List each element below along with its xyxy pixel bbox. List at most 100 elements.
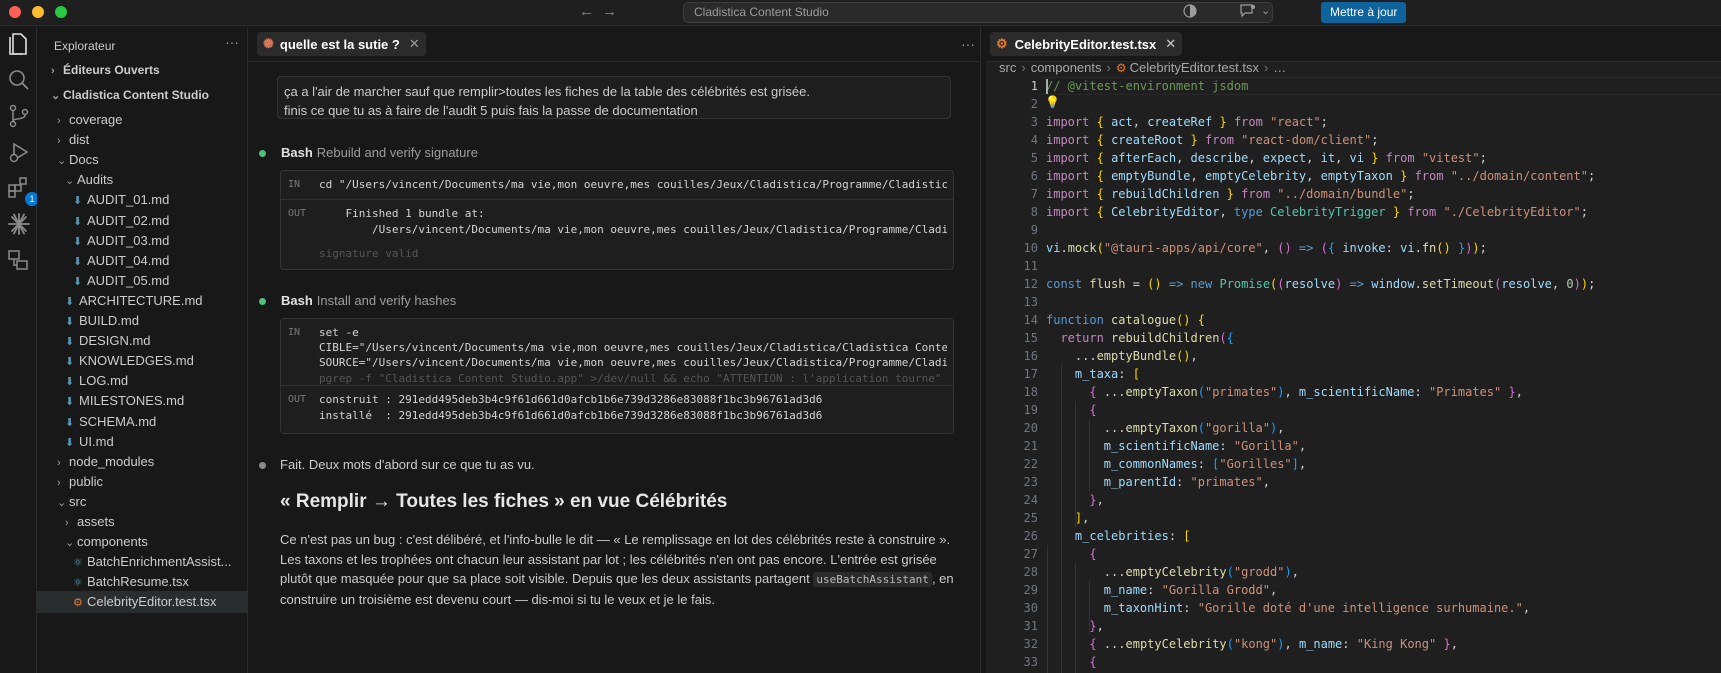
forward-arrow-icon[interactable]: → [602,3,617,20]
markdown-file-icon: ⬇ [65,436,75,449]
remote-explorer-icon[interactable] [6,247,32,273]
breadcrumb-item[interactable]: src [999,60,1016,75]
claude-icon: ✺ [263,36,274,51]
code-line: ...emptyBundle(), [1046,349,1198,363]
activity-bar: 1 [0,27,39,673]
tree-folder[interactable]: › assets [37,511,248,533]
tree-file[interactable]: ⬇ UI.md [37,431,248,453]
tree-file[interactable]: ⬇ AUDIT_01.md [37,189,248,211]
line-number: 20 [1023,421,1038,435]
close-icon[interactable]: ✕ [1165,36,1176,52]
chat-icon[interactable] [1240,4,1256,21]
run-debug-icon[interactable] [6,139,32,165]
react-file-icon: ⚛ [73,577,83,590]
tree-folder[interactable]: › public [37,471,248,493]
output-line: signature valid [319,247,419,260]
tree-item-label: assets [77,514,115,529]
tree-file[interactable]: ⬇ SCHEMA.md [37,411,248,433]
line-number: 19 [1023,403,1038,417]
extensions-icon[interactable]: 1 [6,175,39,206]
tree-file[interactable]: ⚛ BatchResume.tsx [37,571,248,593]
more-actions-icon[interactable]: ··· [225,34,239,50]
tree-folder[interactable]: ⌄ components [37,531,248,553]
back-arrow-icon[interactable]: ← [579,3,594,20]
inline-code: useBatchAssistant [813,572,932,587]
maximize-window-button[interactable] [55,6,67,18]
tree-file[interactable]: ⬇ BUILD.md [37,310,248,332]
breadcrumb-item[interactable]: … [1273,60,1286,75]
tree-item-label: AUDIT_05.md [87,272,170,288]
tree-file[interactable]: ⬇ DESIGN.md [37,330,248,352]
line-number: 28 [1023,565,1038,579]
open-editors-section[interactable]: › Éditeurs Ouverts [37,59,248,81]
close-icon[interactable]: ✕ [409,36,420,52]
tree-folder[interactable]: › node_modules [37,451,248,473]
tree-folder[interactable]: ⌄ Docs [37,149,248,171]
code-line: vi.mock("@tauri-apps/api/core", () => ({… [1046,241,1487,255]
tree-folder[interactable]: ⌄ Audits [37,169,248,191]
tool-name: Bash [281,145,313,160]
code-line: ...emptyCelebrity("grodd"), [1046,565,1299,579]
line-number: 26 [1023,529,1038,543]
lightbulb-icon[interactable]: 💡 [1045,95,1060,109]
update-button[interactable]: Mettre à jour [1321,2,1407,23]
tree-file[interactable]: ⬇ KNOWLEDGES.md [37,350,248,372]
code-line: // @vitest-environment jsdom [1046,79,1249,93]
minimize-window-button[interactable] [32,6,44,18]
breadcrumb-item[interactable]: CelebrityEditor.test.tsx [1130,60,1259,75]
explorer-icon[interactable] [6,31,32,57]
input-code: set -e [319,326,359,339]
tree-item-label: AUDIT_04.md [87,252,170,268]
tree-folder[interactable]: › coverage [37,109,248,131]
tree-file[interactable]: ⚛ BatchEnrichmentAssist... [37,551,248,573]
project-section[interactable]: ⌄ Cladistica Content Studio [37,84,248,106]
tree-folder[interactable]: ⌄ src [37,491,248,513]
step-header[interactable]: Bash Install and verify hashes [281,293,456,308]
tool-input: IN set -e CIBLE="/Users/vincent/Document… [281,319,953,386]
source-control-icon[interactable] [6,103,32,129]
line-number: 24 [1023,493,1038,507]
markdown-file-icon: ⬇ [73,275,83,288]
tree-item-label: src [69,493,87,509]
breadcrumb-item[interactable]: components [1031,60,1102,75]
tree-file[interactable]: ⬇ AUDIT_05.md [37,270,248,292]
tree-item-label: UI.md [79,433,114,449]
line-number: 4 [1030,133,1038,147]
line-number: 25 [1023,511,1038,525]
tree-file[interactable]: ⬇ LOG.md [37,370,248,392]
chevron-down-icon[interactable]: ⌄ [1261,4,1270,17]
tree-file[interactable]: ⬇ AUDIT_02.md [37,210,248,232]
project-label: Cladistica Content Studio [63,88,210,102]
step-header[interactable]: Bash Rebuild and verify signature [281,145,478,160]
answer-paragraph: Ce n'est pas un bug : c'est délibéré, et… [280,530,956,609]
chevron-down-icon: ⌄ [65,175,75,188]
chat-panel: ✺ quelle est la sutie ? ✕ ··· ça a l'air… [249,27,980,673]
accounts-icon[interactable] [1183,4,1197,21]
chevron-right-icon: › [1106,60,1111,75]
markdown-file-icon: ⬇ [65,356,75,369]
code-area[interactable]: // @vitest-environment jsdom import { ac… [1046,77,1721,673]
tree-file[interactable]: ⬇ AUDIT_04.md [37,250,248,272]
close-window-button[interactable] [9,6,21,18]
tool-input: IN cd "/Users/vincent/Documents/ma vie,m… [281,171,953,200]
chevron-down-icon: ⌄ [65,537,75,550]
tree-file[interactable]: ⬇ MILESTONES.md [37,390,248,412]
code-line: m_scientificName: "Gorilla", [1103,439,1307,453]
editor-tab[interactable]: ⚙ CelebrityEditor.test.tsx ✕ [990,32,1183,56]
tree-file[interactable]: ⬇ AUDIT_03.md [37,230,248,252]
tree-item-label: dist [69,132,90,148]
search-icon[interactable] [6,67,32,93]
tree-item-label: SCHEMA.md [79,413,157,429]
user-message: ça a l'air de marcher sauf que remplir>t… [277,76,951,119]
tree-folder[interactable]: › dist [37,129,248,151]
react-file-icon: ⚛ [73,557,83,570]
more-actions-icon[interactable]: ··· [961,36,975,52]
code-line: { [1089,655,1097,669]
tree-file[interactable]: ⬇ ARCHITECTURE.md [37,290,248,312]
chat-tab[interactable]: ✺ quelle est la sutie ? ✕ [257,32,426,56]
claude-icon[interactable] [6,211,32,237]
tree-file[interactable]: ⚙ CelebrityEditor.test.tsx [37,591,248,614]
code-line: m_commonNames: ["Gorilles"], [1103,457,1307,471]
tree-item-label: KNOWLEDGES.md [79,353,194,369]
markdown-file-icon: ⬇ [65,416,75,429]
